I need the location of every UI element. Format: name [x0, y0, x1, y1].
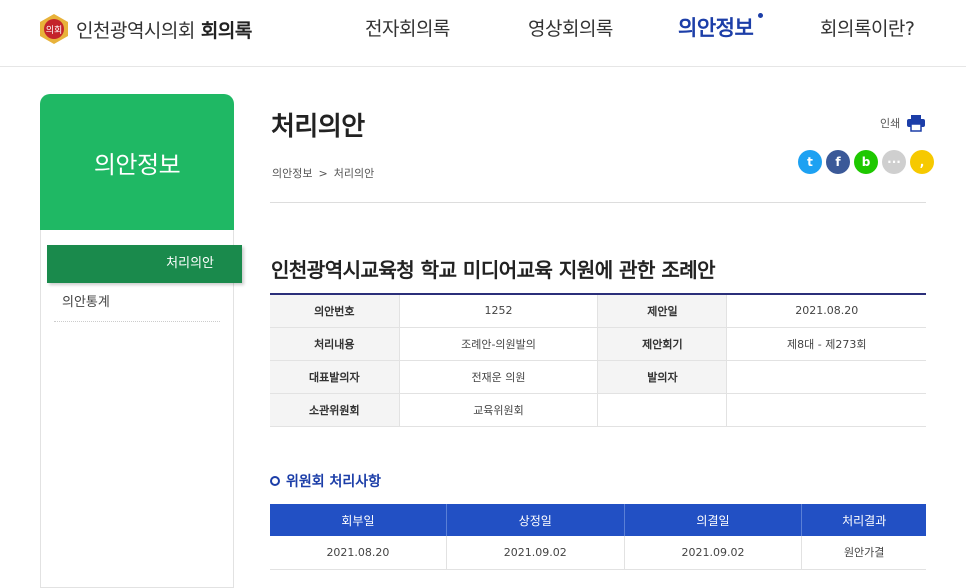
referred-date-cell: 2021.08.20 — [270, 536, 447, 570]
resolved-date-cell: 2021.09.02 — [623, 536, 802, 570]
content-value: 조례안-의원발의 — [398, 327, 598, 361]
result-header: 처리결과 — [801, 504, 926, 536]
facebook-icon[interactable]: f — [826, 150, 850, 174]
band-icon[interactable]: b — [854, 150, 878, 174]
table-row: 2021.08.20 2021.09.02 2021.09.02 원안가결 — [270, 536, 926, 570]
rep-proposer-value: 전재운 의원 — [398, 360, 598, 394]
bill-info-table: 의안번호 1252 제안일 2021.08.20 처리내용 조례안-의원발의 제… — [270, 293, 926, 427]
nav-bill-info[interactable]: 의안정보 — [678, 13, 764, 43]
active-dot-icon — [758, 13, 764, 18]
breadcrumb-separator: > — [318, 166, 328, 180]
circle-bullet-icon — [270, 476, 280, 486]
site-name-bold: 회의록 — [200, 19, 252, 42]
proposer-label: 발의자 — [597, 360, 727, 394]
kakaostory-icon[interactable]: , — [910, 150, 934, 174]
table-row: 의안번호 1252 제안일 2021.08.20 — [270, 294, 926, 328]
session-value: 제8대 - 제273회 — [726, 327, 926, 361]
bill-no-value: 1252 — [398, 294, 598, 328]
site-header: 의회 인천광역시의회 회의록 전자회의록 영상회의록 의안정보 회의록이란? — [0, 0, 966, 67]
site-name: 인천광역시의회 — [76, 19, 195, 42]
table-row: 처리내용 조례안-의원발의 제안회기 제8대 - 제273회 — [270, 327, 926, 361]
sidebar-item-bill-statistics[interactable]: 의안통계 — [54, 286, 220, 322]
rep-proposer-label: 대표발의자 — [270, 360, 400, 394]
page-title: 처리의안 — [271, 112, 365, 142]
twitter-icon[interactable]: t — [798, 150, 822, 174]
empty-cell — [597, 393, 727, 427]
referred-date-header: 회부일 — [270, 504, 447, 536]
title-divider — [270, 202, 926, 203]
sidebar-menu — [40, 230, 234, 588]
table-header-row: 회부일 상정일 의결일 처리결과 — [270, 504, 926, 536]
session-label: 제안회기 — [597, 327, 727, 361]
breadcrumb: 의안정보 > 처리의안 — [272, 165, 374, 181]
sidebar-item-processed-bills[interactable]: 처리의안 — [47, 245, 242, 283]
print-label: 인쇄 — [880, 117, 901, 130]
proposed-date-value: 2021.08.20 — [726, 294, 926, 328]
emblem-text: 의회 — [46, 25, 63, 36]
result-cell: 원안가결 — [801, 536, 926, 570]
committee-label: 소관위원회 — [270, 393, 400, 427]
breadcrumb-item-bill-info[interactable]: 의안정보 — [272, 165, 312, 181]
sns-share-bar: t f b ···, — [798, 150, 934, 174]
bill-title: 인천광역시교육청 학교 미디어교육 지원에 관한 조례안 — [271, 258, 716, 282]
council-emblem-icon: 의회 — [40, 14, 68, 44]
talk-icon[interactable]: ··· — [882, 150, 906, 174]
committee-table: 회부일 상정일 의결일 처리결과 2021.08.20 2021.09.02 2… — [270, 504, 926, 570]
nav-about-minutes[interactable]: 회의록이란? — [820, 14, 915, 44]
resolved-date-header: 의결일 — [623, 504, 802, 536]
committee-value: 교육위원회 — [398, 393, 598, 427]
proposed-date-label: 제안일 — [597, 294, 727, 328]
print-button[interactable]: 인쇄 — [880, 114, 926, 132]
site-logo[interactable]: 의회 인천광역시의회 회의록 — [38, 12, 252, 46]
nav-video-minutes[interactable]: 영상회의록 — [528, 14, 613, 44]
content-label: 처리내용 — [270, 327, 400, 361]
printer-icon — [907, 115, 926, 132]
empty-cell — [726, 393, 926, 427]
tabled-date-header: 상정일 — [445, 504, 625, 536]
table-row: 대표발의자 전재운 의원 발의자 — [270, 360, 926, 394]
bill-no-label: 의안번호 — [270, 294, 400, 328]
proposer-value — [726, 360, 926, 394]
nav-electronic-minutes[interactable]: 전자회의록 — [365, 14, 450, 44]
committee-section-title: 위원회 처리사항 — [270, 471, 381, 491]
table-row: 소관위원회 교육위원회 — [270, 393, 926, 427]
sidebar-title: 의안정보 — [40, 94, 234, 230]
tabled-date-cell: 2021.09.02 — [445, 536, 625, 570]
breadcrumb-item-current: 처리의안 — [333, 167, 375, 180]
